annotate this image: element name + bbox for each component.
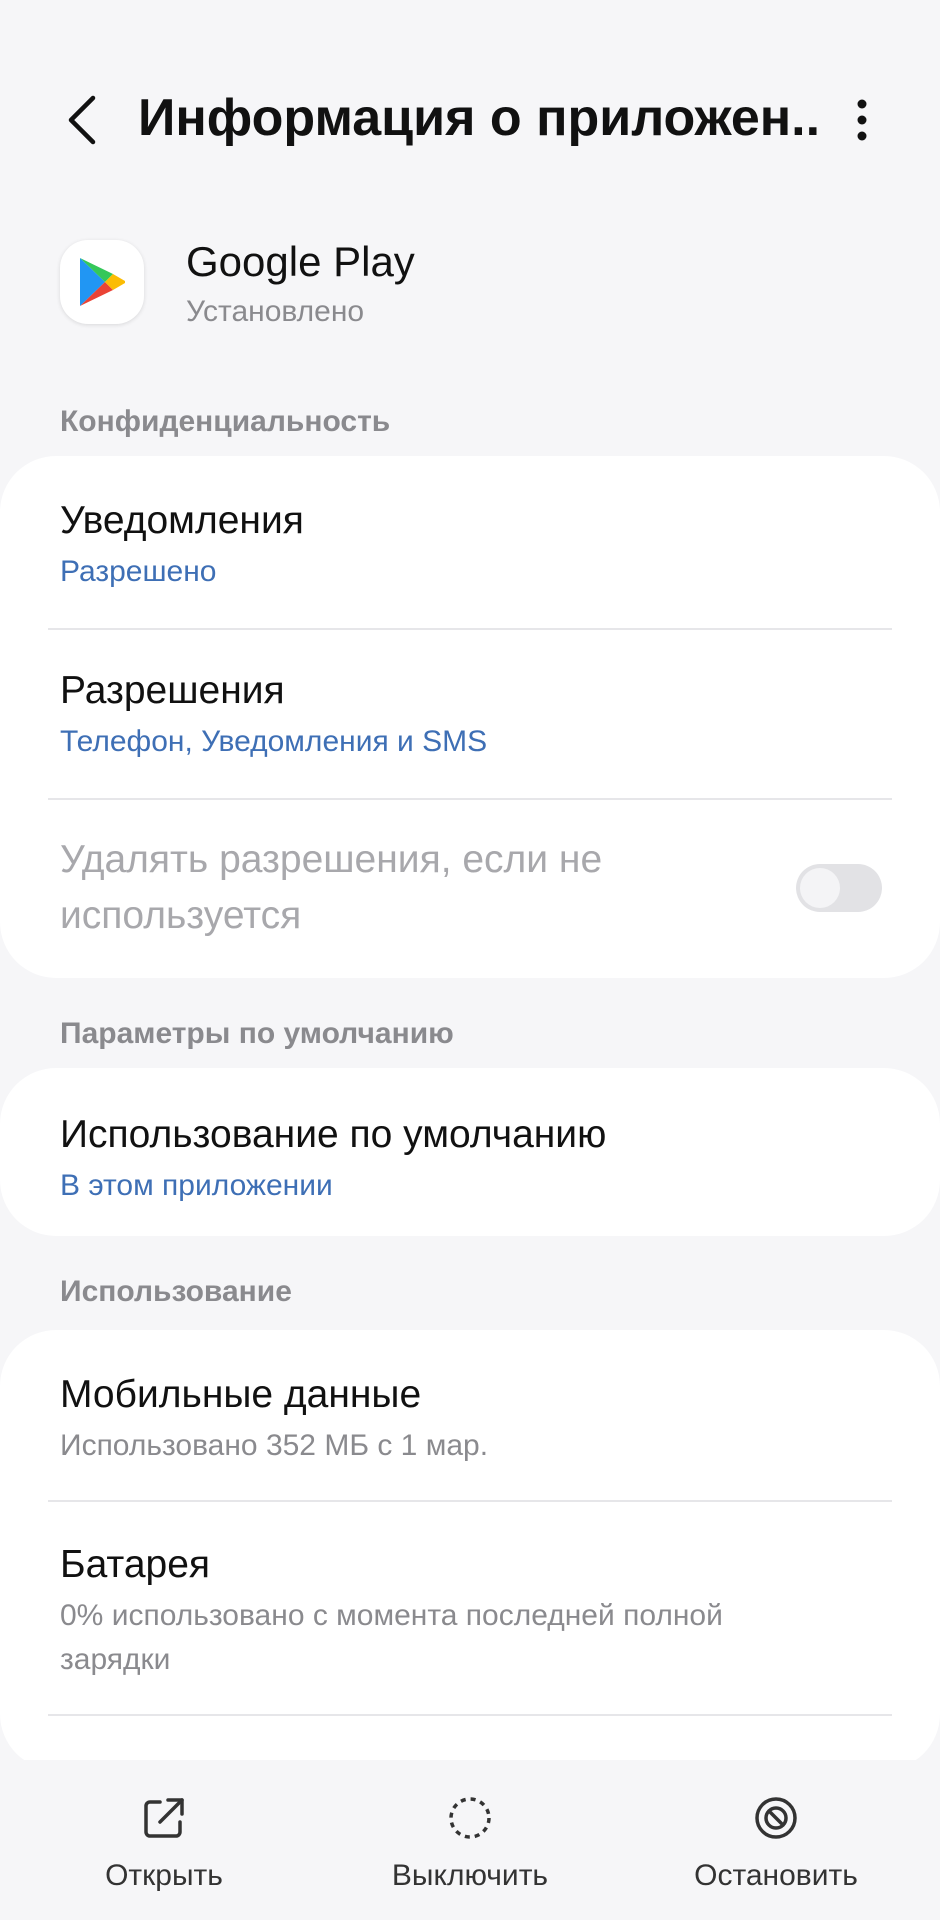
open-external-icon (144, 1798, 184, 1838)
mobile-data-value: Использовано 352 МБ с 1 мар. (60, 1429, 489, 1462)
mobile-data-label: Мобильные данные (60, 1373, 422, 1416)
battery-label: Батарея (60, 1543, 211, 1586)
battery-value-line2: зарядки (60, 1643, 171, 1676)
notifications-item[interactable]: Уведомления Разрешено (0, 456, 940, 626)
stop-circle-icon (755, 1797, 797, 1839)
open-button[interactable]: Открыть (44, 1790, 284, 1910)
battery-value-line1: 0% использовано с момента последней полн… (60, 1599, 723, 1632)
stop-label: Остановить (694, 1859, 858, 1892)
section-title-defaults: Параметры по умолчанию (60, 1017, 454, 1050)
permissions-label: Разрешения (60, 669, 285, 712)
more-options-button[interactable] (838, 88, 886, 152)
bottom-action-bar: Открыть Выключить Остановить (0, 1760, 940, 1920)
remove-permissions-label: Удалять разрешения, если не используется (60, 838, 603, 937)
mobile-data-item[interactable]: Мобильные данные Использовано 352 МБ с 1… (0, 1330, 940, 1498)
usage-card: Мобильные данные Использовано 352 МБ с 1… (0, 1330, 940, 1770)
toggle-knob (800, 868, 840, 908)
default-use-item[interactable]: Использование по умолчанию В этом прилож… (0, 1068, 940, 1236)
battery-item[interactable]: Батарея 0% использовано с момента послед… (0, 1502, 940, 1714)
default-use-value: В этом приложении (60, 1169, 333, 1202)
permissions-value: Телефон, Уведомления и SMS (60, 725, 488, 758)
app-icon-container (60, 240, 144, 324)
section-title-usage: Использование (60, 1275, 292, 1308)
google-play-icon (80, 258, 125, 306)
disable-label: Выключить (391, 1859, 549, 1892)
page-title: Информация о приложен... (138, 89, 818, 147)
section-title-privacy: Конфиденциальность (60, 405, 391, 438)
app-install-status: Установлено (186, 295, 365, 328)
more-vertical-icon (857, 99, 867, 141)
disable-dashed-circle-icon (449, 1797, 491, 1839)
permissions-item[interactable]: Разрешения Телефон, Уведомления и SMS (0, 630, 940, 798)
open-label: Открыть (105, 1859, 223, 1892)
back-button[interactable] (52, 88, 112, 152)
top-app-bar: Информация о приложен... (0, 60, 940, 180)
stop-button[interactable]: Остановить (656, 1790, 896, 1910)
app-info-screen: Информация о приложен... Google Play Уст… (0, 0, 940, 1920)
app-name: Google Play (186, 238, 415, 285)
disable-button[interactable]: Выключить (350, 1790, 590, 1910)
app-summary: Google Play Установлено (60, 236, 880, 336)
notifications-label: Уведомления (60, 499, 304, 542)
privacy-card: Уведомления Разрешено Разрешения Телефон… (0, 456, 940, 978)
remove-permissions-toggle[interactable] (796, 864, 882, 912)
notifications-value: Разрешено (60, 555, 217, 588)
remove-permissions-item[interactable]: Удалять разрешения, если не используется (0, 800, 940, 978)
defaults-card: Использование по умолчанию В этом прилож… (0, 1068, 940, 1236)
chevron-left-icon (68, 95, 96, 145)
default-use-label: Использование по умолчанию (60, 1113, 607, 1156)
